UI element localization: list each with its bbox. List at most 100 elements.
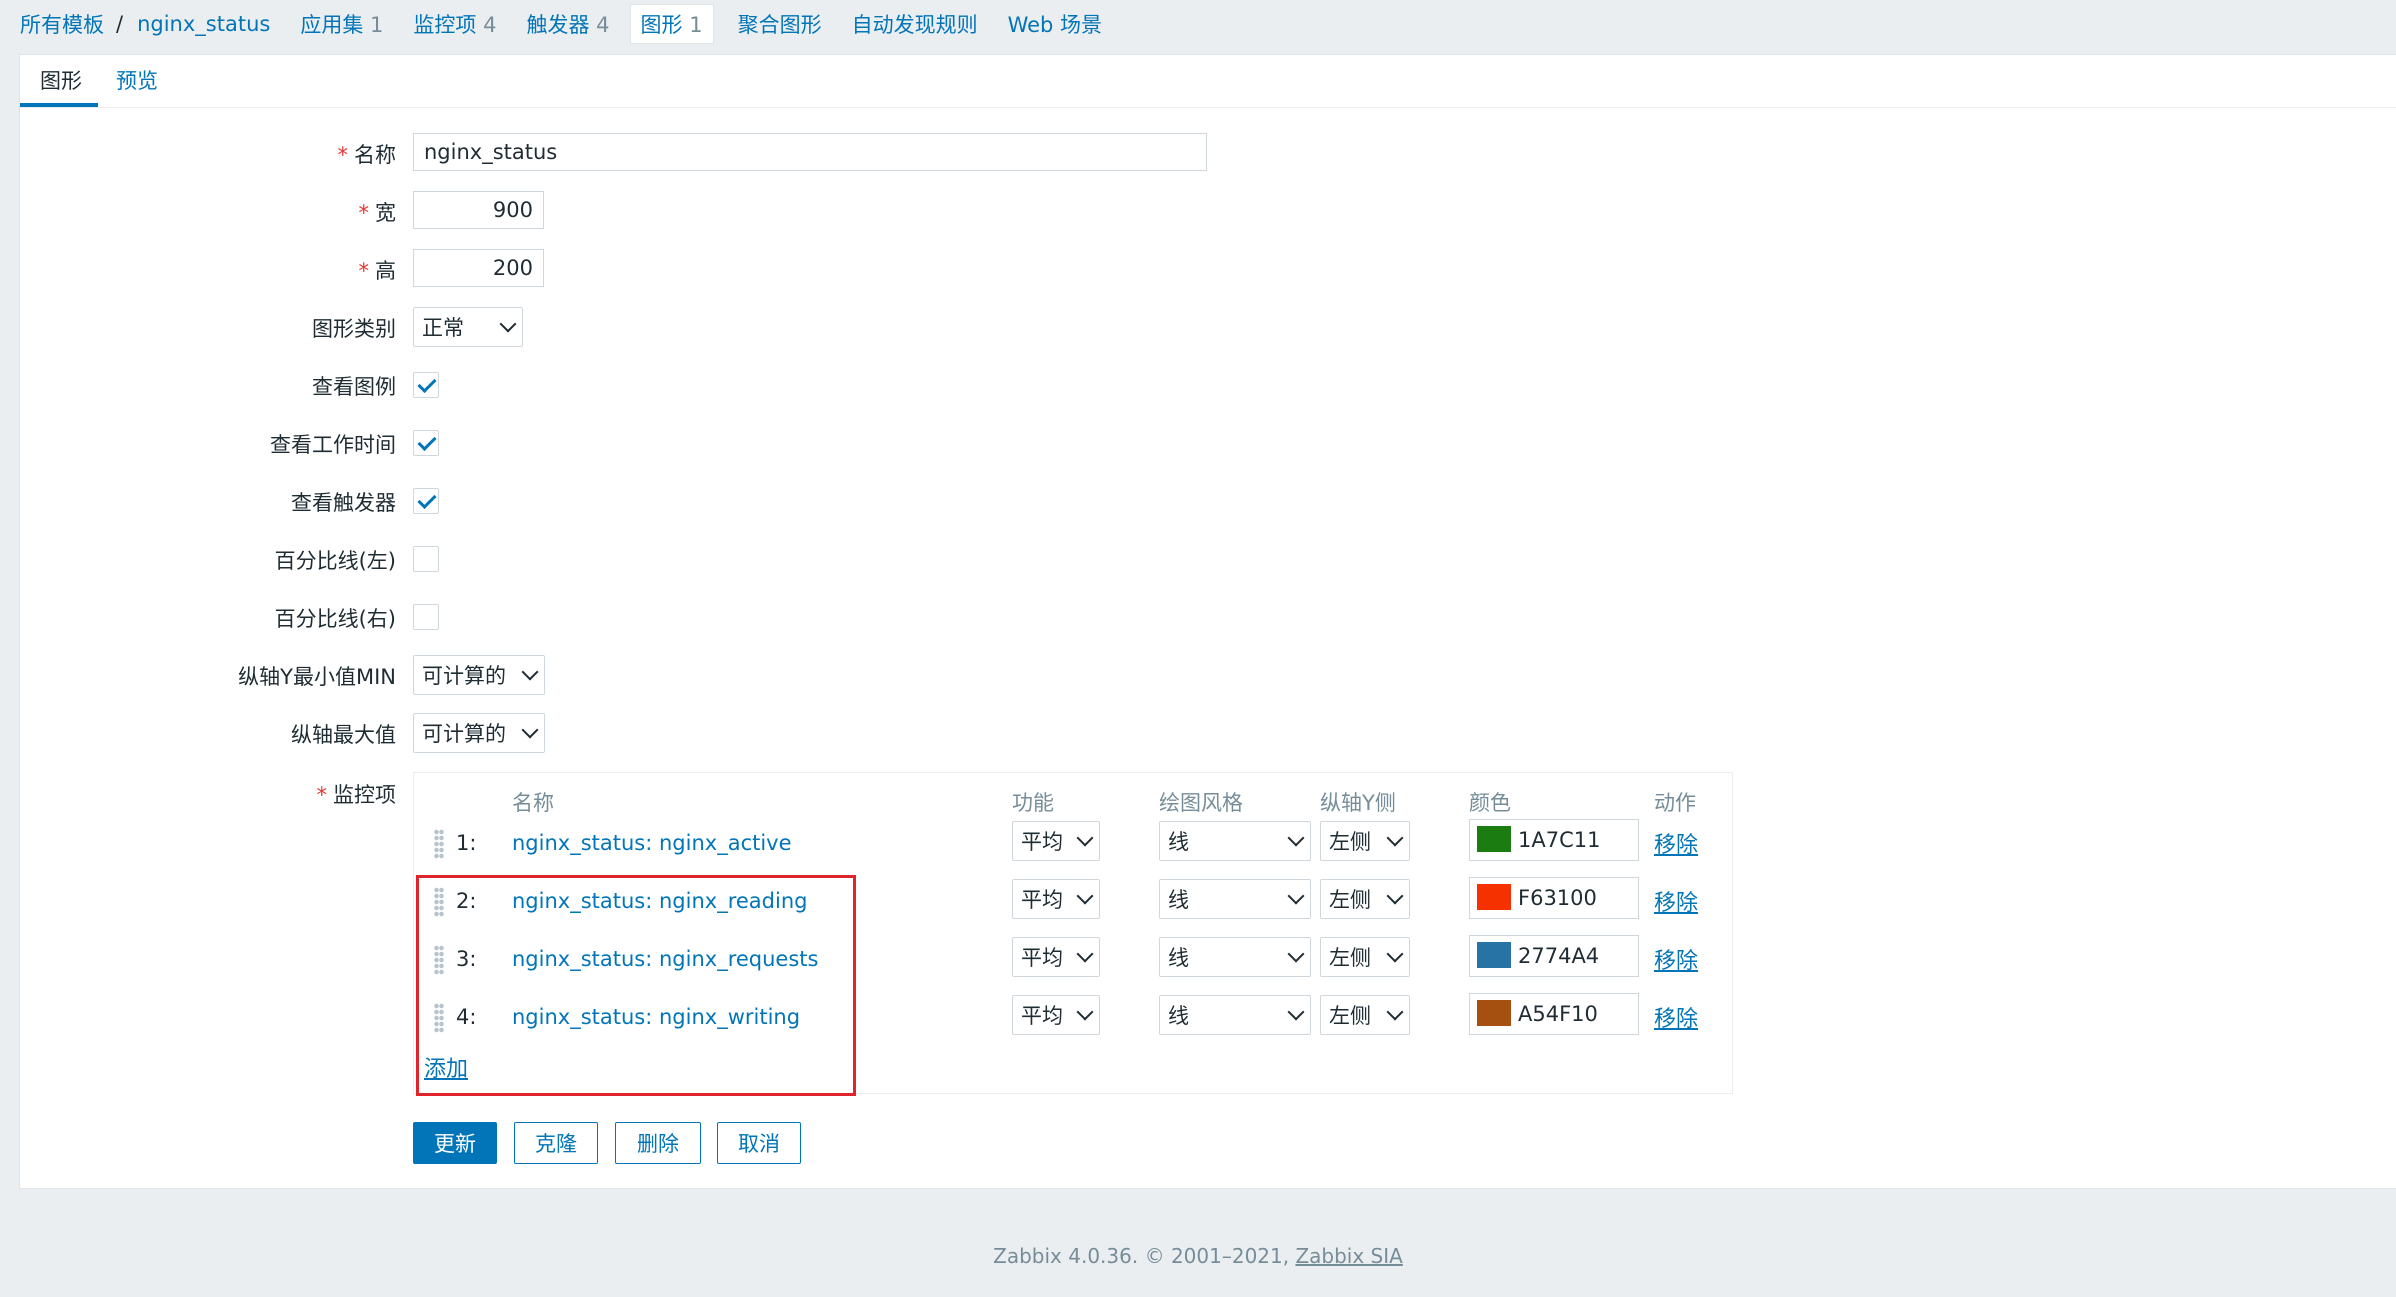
col-header-action: 动作: [1654, 791, 1696, 815]
footer-company-link[interactable]: Zabbix SIA: [1295, 1244, 1402, 1268]
y-axis-select[interactable]: 左侧: [1320, 879, 1410, 919]
color-picker[interactable]: 2774A4: [1469, 935, 1639, 977]
color-picker[interactable]: A54F10: [1469, 993, 1639, 1035]
chevron-down-icon: [1076, 945, 1094, 963]
draw-style-select[interactable]: 线: [1159, 821, 1311, 861]
chevron-down-icon: [1287, 945, 1305, 963]
template-nav: 所有模板 / nginx_status 应用集 1 监控项 4 触发器 4 图形…: [0, 0, 2396, 48]
required-mark: *: [316, 783, 328, 807]
function-value: 平均: [1021, 946, 1063, 970]
function-select[interactable]: 平均: [1012, 995, 1100, 1035]
percentile-right-checkbox[interactable]: [413, 604, 439, 630]
chevron-down-icon: [1386, 829, 1404, 847]
clone-button[interactable]: 克隆: [514, 1122, 598, 1164]
nav-triggers[interactable]: 触发器 4: [526, 9, 609, 39]
show-legend-checkbox[interactable]: [413, 372, 439, 398]
color-picker[interactable]: 1A7C11: [1469, 819, 1639, 861]
remove-link[interactable]: 移除: [1654, 943, 1698, 975]
y-axis-value: 左侧: [1329, 830, 1371, 854]
height-input[interactable]: 200: [413, 249, 544, 287]
ymin-value: 可计算的: [422, 664, 506, 688]
height-label: * 高: [20, 255, 397, 285]
color-swatch[interactable]: [1477, 826, 1511, 852]
nav-items-count: 4: [483, 13, 497, 37]
required-mark: *: [358, 259, 370, 283]
color-picker[interactable]: F63100: [1469, 877, 1639, 919]
breadcrumb-separator: /: [116, 12, 124, 36]
function-select[interactable]: 平均: [1012, 821, 1100, 861]
chevron-down-icon: [1076, 887, 1094, 905]
nav-all-templates[interactable]: 所有模板: [20, 9, 104, 39]
color-swatch[interactable]: [1477, 1000, 1511, 1026]
function-select[interactable]: 平均: [1012, 937, 1100, 977]
name-label-text: 名称: [354, 143, 396, 167]
item-name-link[interactable]: nginx_status: nginx_active: [512, 831, 792, 855]
width-input[interactable]: 900: [413, 191, 544, 229]
color-swatch[interactable]: [1477, 942, 1511, 968]
draw-style-select[interactable]: 线: [1159, 937, 1311, 977]
draw-style-select[interactable]: 线: [1159, 879, 1311, 919]
update-button[interactable]: 更新: [413, 1122, 497, 1164]
percentile-left-checkbox[interactable]: [413, 546, 439, 572]
remove-link[interactable]: 移除: [1654, 885, 1698, 917]
nav-web[interactable]: Web 场景: [1008, 9, 1102, 39]
nav-discovery[interactable]: 自动发现规则: [852, 9, 978, 39]
function-select[interactable]: 平均: [1012, 879, 1100, 919]
chevron-down-icon: [1386, 945, 1404, 963]
height-label-text: 高: [375, 259, 396, 283]
chevron-down-icon: [1287, 1003, 1305, 1021]
footer: Zabbix 4.0.36. © 2001–2021, Zabbix SIA: [0, 1244, 2396, 1268]
col-header-y-axis: 纵轴Y侧: [1320, 791, 1396, 815]
row-index: 1:: [456, 831, 477, 855]
name-input[interactable]: nginx_status: [413, 133, 1207, 171]
y-axis-select[interactable]: 左侧: [1320, 995, 1410, 1035]
ymin-select[interactable]: 可计算的: [413, 655, 545, 695]
chevron-down-icon: [1386, 887, 1404, 905]
tab-graph[interactable]: 图形: [40, 65, 82, 95]
nav-applications[interactable]: 应用集 1: [300, 9, 383, 39]
nav-applications-label: 应用集: [300, 13, 364, 37]
cancel-button[interactable]: 取消: [717, 1122, 801, 1164]
ymin-label: 纵轴Y最小值MIN: [238, 665, 396, 689]
items-label-text: 监控项: [333, 783, 396, 807]
ymax-select[interactable]: 可计算的: [413, 713, 545, 753]
graph-type-select[interactable]: 正常: [413, 307, 523, 347]
nav-graphs-label: 图形: [640, 13, 683, 37]
draw-style-select[interactable]: 线: [1159, 995, 1311, 1035]
width-label-text: 宽: [375, 201, 396, 225]
function-value: 平均: [1021, 888, 1063, 912]
delete-button[interactable]: 删除: [615, 1122, 701, 1164]
function-value: 平均: [1021, 830, 1063, 854]
name-label: * 名称: [20, 139, 397, 169]
color-value: A54F10: [1518, 1002, 1598, 1026]
percentile-left-label: 百分比线(左): [274, 549, 396, 573]
table-row: 1: nginx_status: nginx_active 平均 线 左侧 1A…: [414, 819, 1732, 867]
nav-template-name[interactable]: nginx_status: [137, 12, 270, 36]
nav-screens[interactable]: 聚合图形: [738, 9, 822, 39]
color-value: 2774A4: [1518, 944, 1600, 968]
draw-style-value: 线: [1168, 830, 1189, 854]
form-tabs: 图形 预览: [20, 55, 2396, 108]
remove-link[interactable]: 移除: [1654, 827, 1698, 859]
tab-preview[interactable]: 预览: [116, 65, 158, 95]
graph-form-panel: 图形 预览 * 名称 nginx_status * 宽 900 * 高 200 图形类…: [19, 54, 2396, 1189]
required-mark: *: [337, 143, 349, 167]
y-axis-value: 左侧: [1329, 888, 1371, 912]
draw-style-value: 线: [1168, 946, 1189, 970]
ymax-label: 纵轴最大值: [291, 723, 396, 747]
y-axis-value: 左侧: [1329, 946, 1371, 970]
nav-graphs[interactable]: 图形 1: [629, 4, 714, 44]
y-axis-select[interactable]: 左侧: [1320, 937, 1410, 977]
nav-items-label: 监控项: [413, 13, 477, 37]
footer-text: Zabbix 4.0.36. © 2001–2021,: [993, 1244, 1296, 1268]
drag-handle-icon[interactable]: [434, 829, 444, 859]
nav-items[interactable]: 监控项 4: [413, 9, 496, 39]
active-tab-indicator: [20, 103, 98, 107]
show-worktime-checkbox[interactable]: [413, 430, 439, 456]
show-triggers-label: 查看触发器: [291, 491, 396, 515]
show-triggers-checkbox[interactable]: [413, 488, 439, 514]
color-swatch[interactable]: [1477, 884, 1511, 910]
y-axis-select[interactable]: 左侧: [1320, 821, 1410, 861]
remove-link[interactable]: 移除: [1654, 1001, 1698, 1033]
col-header-name: 名称: [512, 791, 554, 815]
